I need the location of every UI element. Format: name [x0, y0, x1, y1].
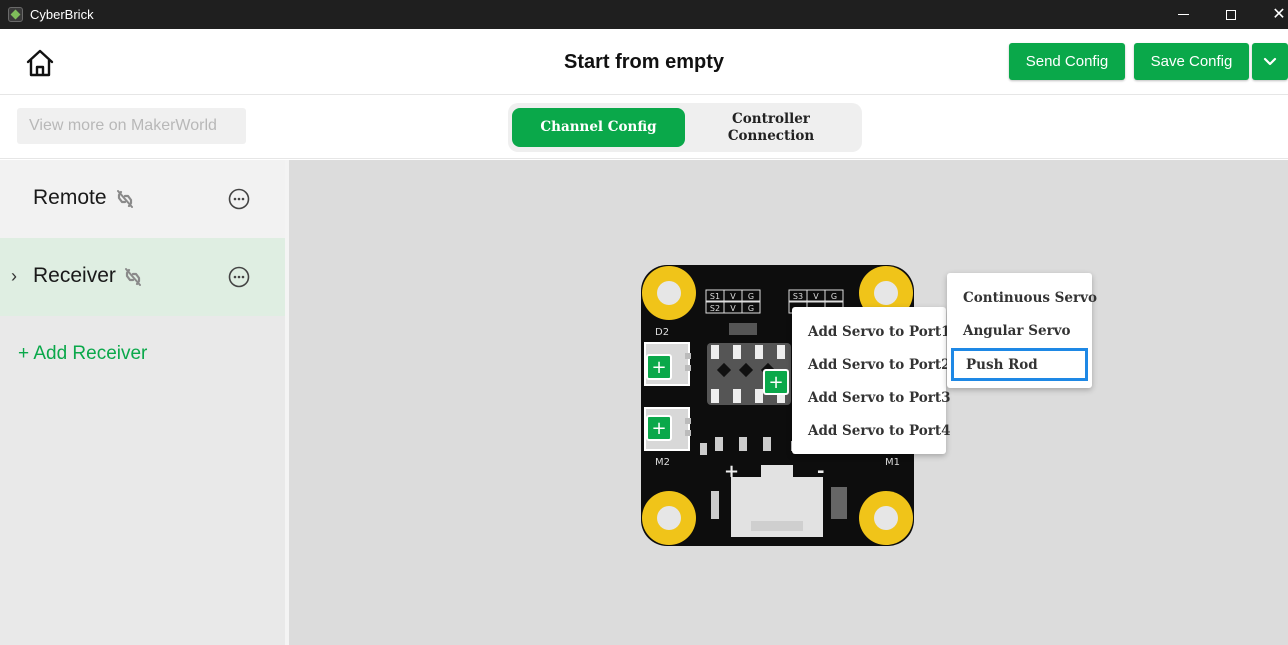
app-title: CyberBrick: [30, 7, 94, 22]
v-label: V: [730, 292, 736, 301]
maximize-button[interactable]: [1208, 0, 1254, 29]
sidebar-item-remote[interactable]: Remote: [0, 160, 285, 238]
add-servo-port-button[interactable]: +: [646, 354, 672, 380]
menu-item-port4[interactable]: Add Servo to Port4: [792, 414, 951, 447]
minimize-button[interactable]: [1160, 0, 1206, 29]
m2-label: M2: [655, 457, 670, 468]
close-button[interactable]: ✕: [1256, 0, 1288, 29]
chevron-down-icon: [1263, 57, 1277, 65]
m1-label: M1: [885, 457, 900, 468]
close-icon: ✕: [1272, 5, 1286, 23]
menu-item-angular-servo[interactable]: Angular Servo: [947, 314, 1092, 347]
save-config-button[interactable]: Save Config: [1134, 43, 1249, 80]
send-config-button[interactable]: Send Config: [1009, 43, 1125, 80]
sidebar-item-label: Receiver: [33, 264, 116, 287]
more-options-icon[interactable]: [228, 266, 250, 288]
g-label: G: [748, 292, 754, 301]
s3-label: S3: [793, 292, 803, 301]
maximize-icon: [1226, 9, 1236, 20]
g-label: G: [748, 304, 754, 313]
servo-type-submenu: Continuous Servo Angular Servo Push Rod: [947, 273, 1097, 388]
menu-item-port3[interactable]: Add Servo to Port3: [792, 381, 951, 414]
v-label: V: [813, 292, 819, 301]
d2-label: D2: [655, 327, 669, 338]
title-bar: CyberBrick ✕: [0, 0, 1288, 29]
add-motor-port-button[interactable]: +: [646, 415, 672, 441]
s1-label: S1: [710, 292, 720, 301]
menu-item-port2[interactable]: Add Servo to Port2: [792, 348, 951, 381]
g-label: G: [831, 292, 837, 301]
minimize-icon: [1177, 14, 1189, 15]
tab-controller-connection[interactable]: Controller Connection: [688, 108, 854, 147]
sidebar: Remote › Receiver + Add Receiver: [0, 160, 285, 645]
tab-bar: Channel Config Controller Connection: [508, 103, 862, 152]
tab-controller-connection-label: Controller Connection: [727, 110, 815, 144]
menu-item-continuous-servo[interactable]: Continuous Servo: [947, 281, 1097, 314]
expand-chevron-icon[interactable]: ›: [11, 266, 17, 287]
link-off-icon: [125, 268, 141, 286]
sidebar-item-receiver[interactable]: › Receiver: [0, 238, 285, 316]
link-off-icon: [117, 190, 133, 208]
menu-item-port1[interactable]: Add Servo to Port1: [792, 315, 951, 348]
port-context-menu: Add Servo to Port1 Add Servo to Port2 Ad…: [792, 307, 951, 454]
header: Start from empty Send Config Save Config: [0, 29, 1288, 95]
subheader: View more on MakerWorld Channel Config C…: [0, 96, 1288, 159]
add-receiver-link[interactable]: + Add Receiver: [18, 343, 147, 365]
save-options-dropdown-button[interactable]: [1252, 43, 1288, 80]
sidebar-item-label: Remote: [33, 186, 107, 209]
menu-item-push-rod[interactable]: Push Rod: [951, 348, 1088, 381]
app-icon: [8, 7, 23, 22]
more-options-icon[interactable]: [228, 188, 250, 210]
makerworld-button[interactable]: View more on MakerWorld: [17, 108, 246, 144]
s2-label: S2: [710, 304, 720, 313]
v-label: V: [730, 304, 736, 313]
tab-channel-config[interactable]: Channel Config: [512, 108, 685, 147]
add-servo-header-button[interactable]: +: [763, 369, 789, 395]
